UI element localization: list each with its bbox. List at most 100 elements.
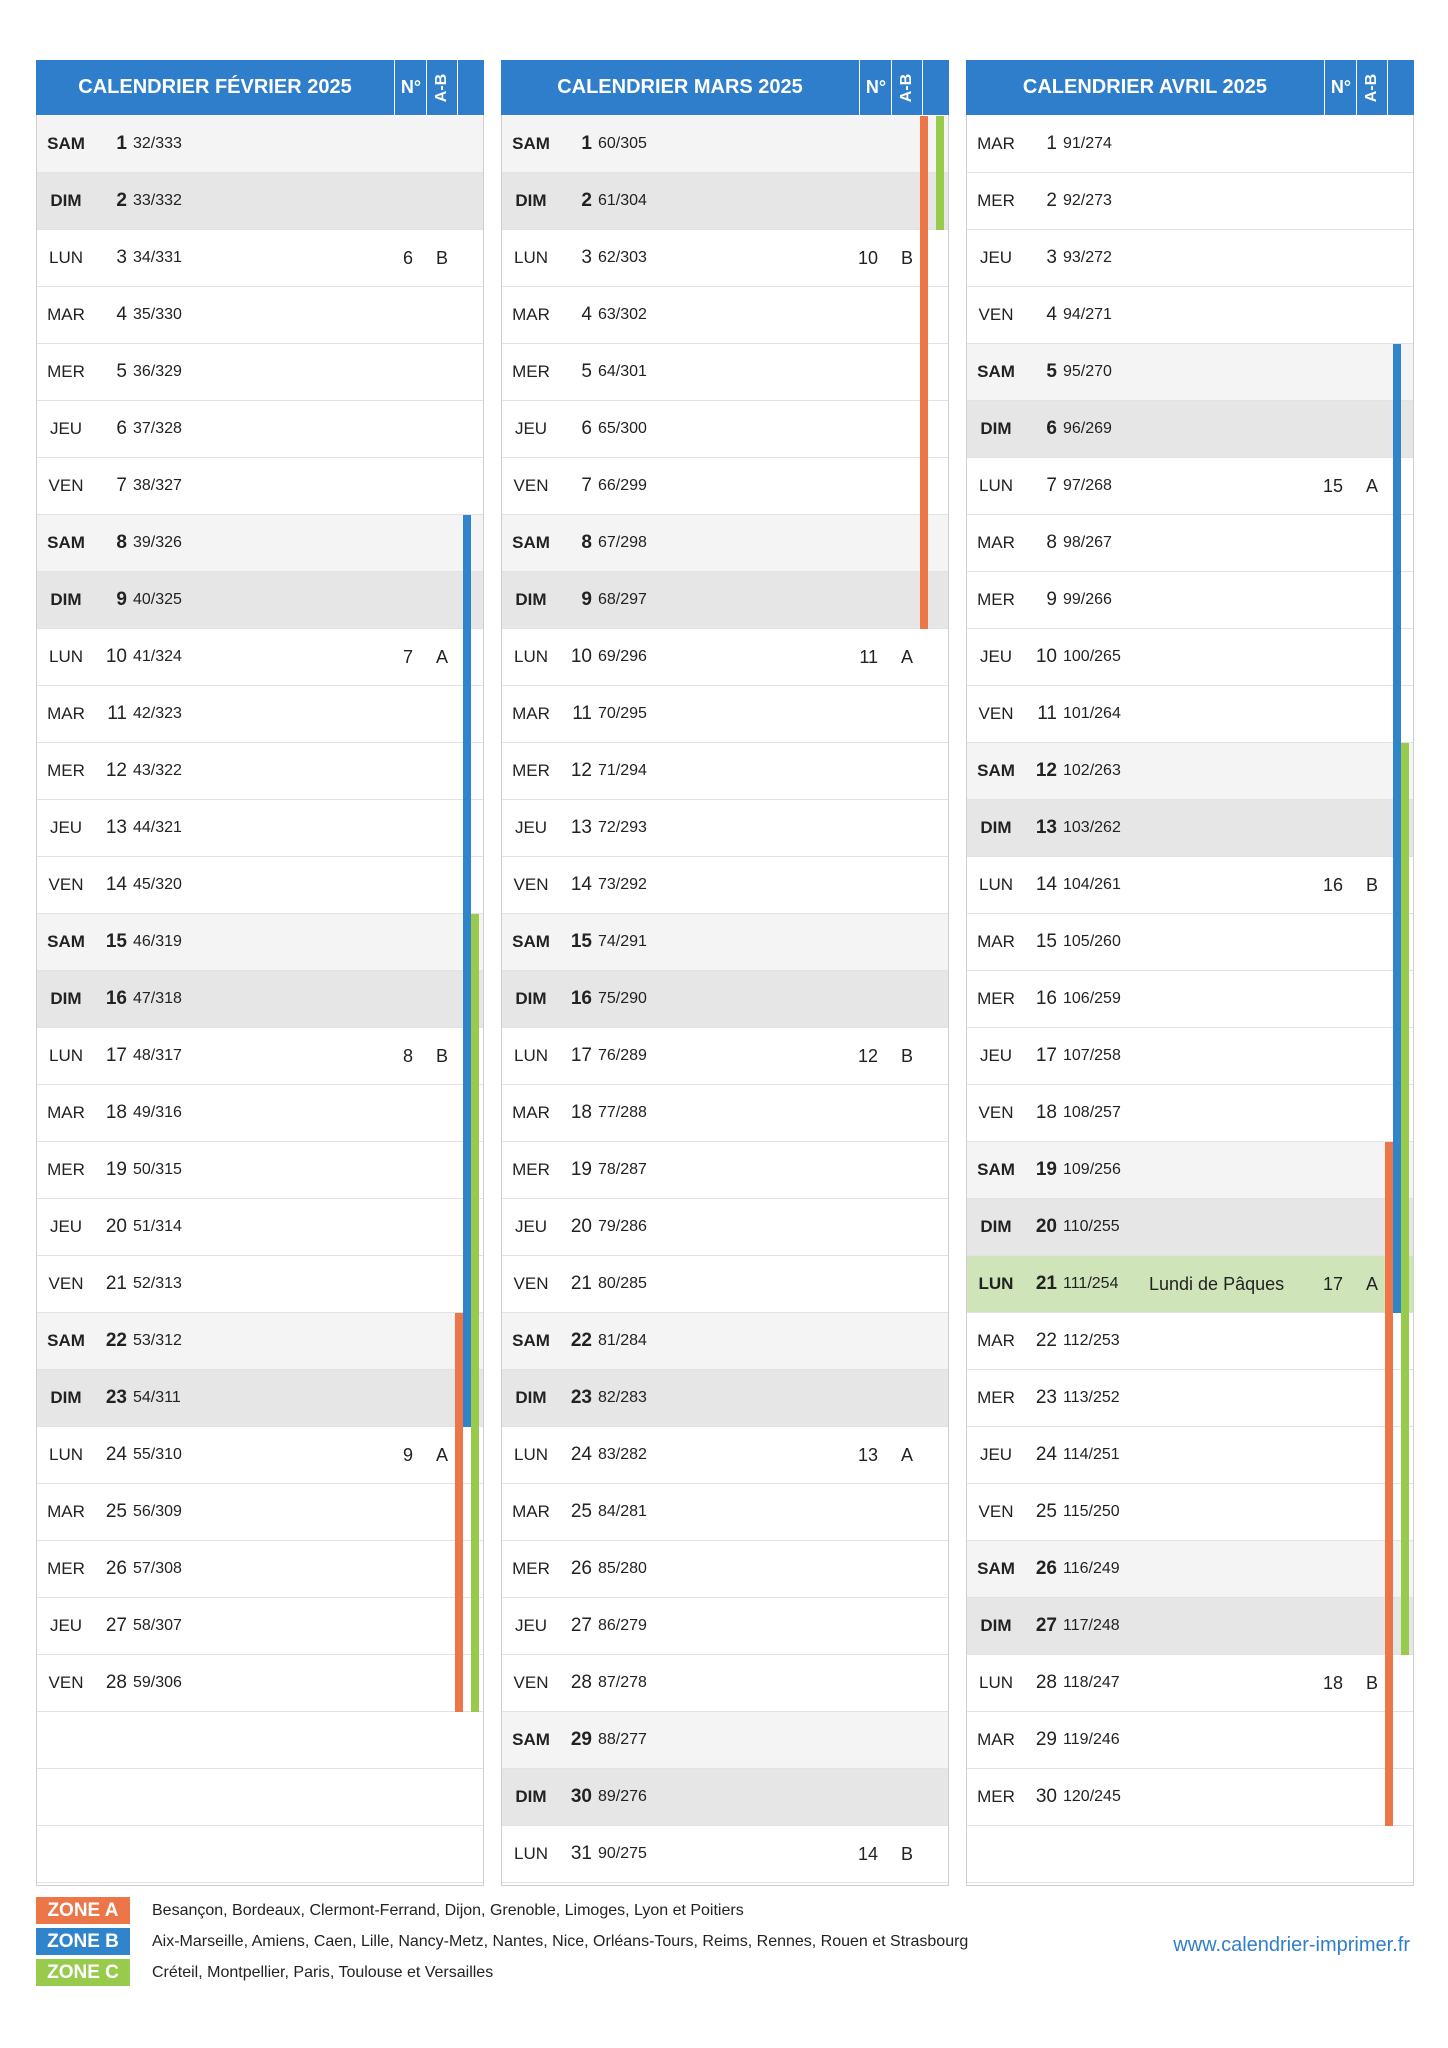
- week-number: 15: [1322, 476, 1343, 496]
- zone-a-holiday-bar: [1385, 1712, 1393, 1769]
- day-number: 20: [105, 1216, 127, 1237]
- zone-b-holiday-bar: [463, 743, 471, 800]
- day-number: 10: [570, 646, 592, 667]
- day-number: 22: [570, 1330, 592, 1351]
- day-row: MAR 4 35/330: [37, 287, 483, 344]
- day-name: VEN: [48, 1274, 84, 1293]
- day-row: VEN 14 73/292: [502, 857, 948, 914]
- zone-c-holiday-bar: [471, 1313, 479, 1370]
- day-name: MAR: [47, 1502, 85, 1521]
- day-row: MER 19 78/287: [502, 1142, 948, 1199]
- zone-b-holiday-bar: [463, 629, 471, 686]
- day-number: 9: [581, 589, 592, 610]
- day-of-year: 38/327: [133, 477, 182, 494]
- day-name: DIM: [515, 1388, 547, 1407]
- week-number: 16: [1322, 875, 1343, 895]
- zone-b-holiday-bar: [463, 572, 471, 629]
- day-number: 13: [570, 817, 592, 838]
- zone-c-holiday-bar: [1401, 1598, 1409, 1655]
- zone-c-holiday-bar: [1401, 1199, 1409, 1256]
- week-ab: A: [900, 1445, 913, 1465]
- day-name: MER: [977, 1388, 1015, 1407]
- week-number: 11: [859, 647, 878, 667]
- day-of-year: 118/247: [1063, 1674, 1120, 1691]
- day-number: 6: [581, 418, 592, 439]
- legend-zone-a-badge: ZONE A: [36, 1897, 130, 1924]
- day-number: 28: [1035, 1672, 1057, 1693]
- day-number: 14: [570, 874, 592, 895]
- day-name: VEN: [978, 305, 1014, 324]
- day-name: SAM: [977, 761, 1015, 780]
- day-name: JEU: [979, 1445, 1013, 1464]
- day-of-year: 120/245: [1063, 1788, 1121, 1805]
- day-number: 25: [105, 1501, 127, 1522]
- day-name: JEU: [979, 647, 1013, 666]
- day-of-year: 37/328: [133, 420, 182, 437]
- day-row: MAR 18 49/316: [37, 1085, 483, 1142]
- day-of-year: 107/258: [1063, 1047, 1121, 1064]
- zone-a-holiday-bar: [920, 401, 928, 458]
- day-name: MAR: [977, 1331, 1015, 1350]
- week-number: 7: [402, 647, 413, 667]
- day-of-year: 101/264: [1063, 705, 1121, 722]
- day-number: 14: [105, 874, 127, 895]
- zone-a-holiday-bar: [920, 572, 928, 629]
- zone-b-holiday-bar: [1393, 401, 1401, 458]
- zone-b-holiday-bar: [463, 857, 471, 914]
- zone-a-holiday-bar: [455, 1598, 463, 1655]
- day-name: SAM: [512, 932, 550, 951]
- day-of-year: 72/293: [598, 819, 647, 836]
- week-number: 17: [1322, 1274, 1343, 1294]
- day-of-year: 93/272: [1063, 249, 1112, 266]
- holiday-label: Lundi de Pâques: [1149, 1274, 1285, 1294]
- month-column-2: CALENDRIER AVRIL 2025 N° A-B MAR 1 91/274 M…: [966, 60, 1414, 1886]
- zone-b-holiday-bar: [1393, 743, 1401, 800]
- month-title: CALENDRIER MARS 2025: [557, 76, 803, 98]
- zone-c-holiday-bar: [471, 971, 479, 1028]
- website-link[interactable]: www.calendrier-imprimer.fr: [1100, 1931, 1410, 1959]
- day-of-year: 34/331: [133, 249, 182, 266]
- day-of-year: 63/302: [598, 306, 647, 323]
- day-name: MAR: [977, 134, 1015, 153]
- day-name: DIM: [980, 1217, 1012, 1236]
- week-ab-header: A-B: [1356, 60, 1388, 115]
- day-of-year: 43/322: [133, 762, 182, 779]
- day-number: 23: [570, 1387, 592, 1408]
- day-number: 27: [570, 1615, 592, 1636]
- day-of-year: 59/306: [133, 1674, 182, 1691]
- day-of-year: 53/312: [133, 1332, 182, 1349]
- day-number: 8: [116, 532, 127, 553]
- zone-c-holiday-bar: [1401, 1313, 1409, 1370]
- day-name: LUN: [978, 875, 1013, 894]
- day-number: 7: [581, 475, 592, 496]
- day-of-year: 94/271: [1063, 306, 1112, 323]
- zone-c-holiday-bar: [936, 173, 944, 230]
- day-number: 24: [1035, 1444, 1057, 1465]
- zone-a-holiday-bar: [920, 287, 928, 344]
- day-row: DIM 9 68/297: [502, 572, 948, 629]
- month-title: CALENDRIER AVRIL 2025: [1022, 76, 1268, 98]
- day-number: 6: [1046, 418, 1057, 439]
- zone-c-holiday-bar: [1401, 1370, 1409, 1427]
- day-number: 12: [1035, 760, 1057, 781]
- week-number: 8: [402, 1046, 413, 1066]
- day-of-year: 47/318: [133, 990, 182, 1007]
- day-row: JEU 6 37/328: [37, 401, 483, 458]
- zone-a-holiday-bar: [920, 458, 928, 515]
- day-name: SAM: [512, 1331, 550, 1350]
- day-number: 14: [1035, 874, 1057, 895]
- day-row: SAM 19 109/256: [967, 1142, 1413, 1199]
- day-name: LUN: [48, 647, 83, 666]
- day-number: 30: [570, 1786, 592, 1807]
- day-of-year: 35/330: [133, 306, 182, 323]
- day-of-year: 41/324: [133, 648, 182, 665]
- day-name: JEU: [514, 419, 548, 438]
- week-number: 14: [857, 1844, 878, 1864]
- day-row: VEN 14 45/320: [37, 857, 483, 914]
- day-name: DIM: [50, 590, 82, 609]
- day-name: DIM: [515, 989, 547, 1008]
- day-name: LUN: [513, 1844, 548, 1863]
- zone-c-holiday-bar: [1401, 743, 1409, 800]
- day-row: MER 30 120/245: [967, 1769, 1413, 1826]
- day-row: DIM 20 110/255: [967, 1199, 1413, 1256]
